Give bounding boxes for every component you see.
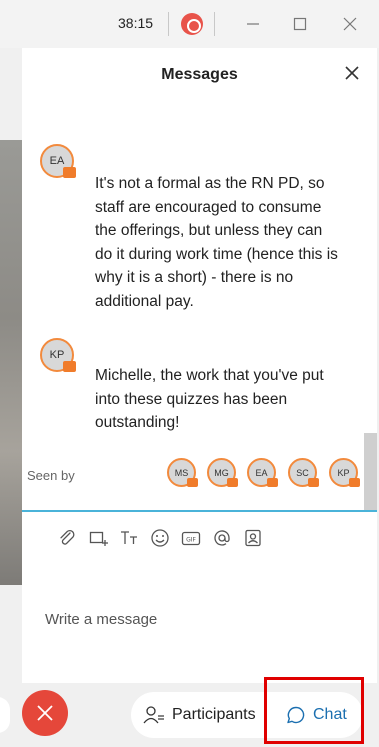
video-background: [0, 140, 22, 585]
video-badge-icon: [187, 478, 198, 487]
message-text: It's not a formal as the RN PD, so staff…: [95, 175, 338, 310]
emoji-icon[interactable]: [148, 527, 172, 549]
titlebar-separator: [214, 12, 215, 36]
avatar-initials: EA: [49, 155, 65, 167]
participants-button[interactable]: Participants: [143, 692, 256, 738]
gif-icon[interactable]: GIF: [179, 527, 203, 549]
video-badge-icon: [267, 478, 278, 487]
composer-divider: [22, 510, 377, 512]
title-bar: 38:15: [0, 0, 379, 48]
maximize-icon[interactable]: [285, 10, 315, 38]
attach-icon[interactable]: [55, 527, 79, 549]
video-badge-icon: [227, 478, 238, 487]
seen-avatar[interactable]: MS: [167, 458, 198, 487]
seen-avatar[interactable]: SC: [288, 458, 319, 487]
panel-title: Messages: [161, 66, 238, 83]
avatar[interactable]: KP: [40, 338, 76, 372]
participants-label: Participants: [172, 706, 256, 723]
close-panel-button[interactable]: [345, 64, 359, 85]
avatar[interactable]: EA: [40, 144, 76, 178]
partial-button[interactable]: [0, 697, 10, 733]
contact-card-icon[interactable]: [241, 527, 265, 549]
mention-icon[interactable]: [210, 527, 234, 549]
close-icon: [37, 705, 53, 721]
text-format-icon[interactable]: [117, 527, 141, 549]
seen-avatar[interactable]: EA: [247, 458, 278, 487]
record-icon[interactable]: [181, 13, 203, 35]
seen-avatar[interactable]: KP: [329, 458, 360, 487]
video-badge-icon: [63, 361, 76, 372]
message-input[interactable]: Write a message: [45, 611, 157, 628]
composer-toolbar: GIF: [55, 527, 272, 549]
leave-meeting-button[interactable]: [22, 690, 68, 736]
participants-icon: [143, 706, 164, 724]
highlight-box: [264, 677, 364, 744]
scrollbar-thumb[interactable]: [364, 433, 377, 511]
seen-by-label: Seen by: [27, 468, 75, 483]
video-badge-icon: [308, 478, 319, 487]
close-icon[interactable]: [335, 10, 365, 38]
video-badge-icon: [63, 167, 76, 178]
messages-panel: Messages EA It's not a formal as the RN …: [22, 48, 377, 683]
video-badge-icon: [349, 478, 360, 487]
call-timer: 38:15: [118, 15, 154, 31]
screenshot-icon[interactable]: [86, 527, 110, 549]
message-text: Michelle, the work that you've put into …: [95, 367, 324, 431]
avatar-initials: KP: [49, 349, 65, 361]
seen-avatar[interactable]: MG: [207, 458, 238, 487]
minimize-icon[interactable]: [238, 10, 268, 38]
svg-text:GIF: GIF: [186, 537, 196, 544]
titlebar-separator: [168, 12, 169, 36]
